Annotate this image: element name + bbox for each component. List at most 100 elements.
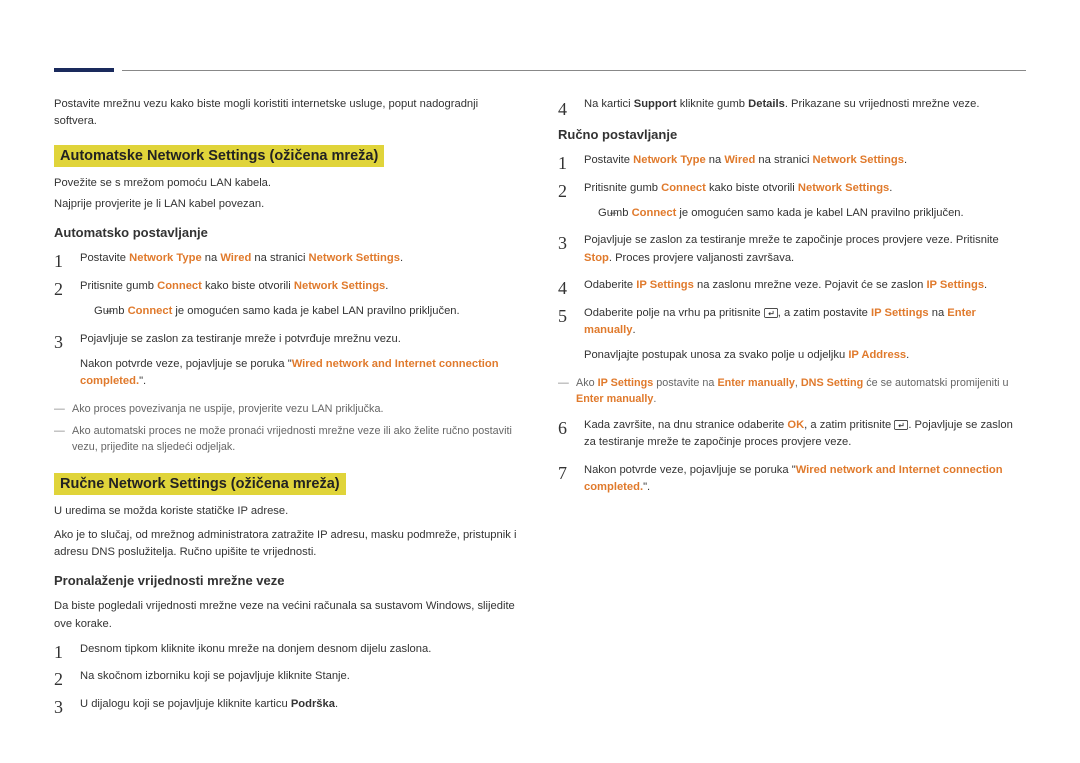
t: Details <box>748 98 785 110</box>
section1-title: Automatske Network Settings (ožičena mre… <box>54 145 384 167</box>
t: Network Settings <box>798 182 889 194</box>
fv-step-3: U dijalogu koji se pojavljuje kliknite k… <box>54 696 522 713</box>
t: Connect <box>661 182 706 194</box>
m-step-1: Postavite Network Type na Wired na stran… <box>558 152 1026 169</box>
sub: Gumb Connect je omogućen samo kada je ka… <box>80 303 522 320</box>
intro-text: Postavite mrežnu vezu kako biste mogli k… <box>54 96 522 131</box>
t: Kada završite, na dnu stranice odaberite <box>584 419 787 431</box>
enter-icon <box>894 419 908 431</box>
manual-steps: Postavite Network Type na Wired na stran… <box>558 152 1026 496</box>
t: je omogućen samo kada je kabel LAN pravi… <box>676 207 963 219</box>
header-accent <box>54 68 114 72</box>
t: , a zatim postavite <box>778 307 871 319</box>
t: U dijalogu koji se pojavljuje kliknite k… <box>80 698 291 710</box>
note-1: Ako proces povezivanja ne uspije, provje… <box>54 401 522 417</box>
t: Pojavljuje se zaslon za testiranje mreže… <box>584 234 999 246</box>
t: . <box>653 393 656 405</box>
t: Connect <box>632 207 677 219</box>
t: DNS Setting <box>801 377 863 389</box>
t: Network Settings <box>813 154 904 166</box>
t: Wired <box>220 252 251 264</box>
t: IP Settings <box>926 279 984 291</box>
t: . <box>904 154 907 166</box>
t: Pritisnite gumb <box>80 280 157 292</box>
t: . <box>385 280 388 292</box>
sec2-p1: U uredima se možda koriste statičke IP a… <box>54 503 522 520</box>
t: Wired <box>724 154 755 166</box>
t: IP Settings <box>871 307 929 319</box>
enter-icon <box>764 307 778 319</box>
t: Postavite <box>584 154 633 166</box>
t: IP Settings <box>598 377 654 389</box>
t: na stranici <box>755 154 812 166</box>
t: Pritisnite gumb <box>584 182 661 194</box>
section2-title: Ručne Network Settings (ožičena mreža) <box>54 473 346 495</box>
fv-step-1: Desnom tipkom kliknite ikonu mreže na do… <box>54 641 522 658</box>
t: na <box>929 307 948 319</box>
header-rule <box>122 70 1026 71</box>
t: . <box>889 182 892 194</box>
t: Enter manually <box>717 377 794 389</box>
section1-sub1: Povežite se s mrežom pomoću LAN kabela. <box>54 175 522 192</box>
page-content: Postavite mrežnu vezu kako biste mogli k… <box>0 0 1080 763</box>
step-2: Pritisnite gumb Connect kako biste otvor… <box>54 278 522 321</box>
t: Postavite <box>80 252 129 264</box>
t: Gumb <box>598 207 632 219</box>
t: , a zatim pritisnite <box>804 419 894 431</box>
m-step-3: Pojavljuje se zaslon za testiranje mreže… <box>558 232 1026 267</box>
section1-sub2: Najprije provjerite je li LAN kabel pove… <box>54 196 522 213</box>
note: Ako IP Settings postavite na Enter manua… <box>558 375 1026 407</box>
t: Odaberite <box>584 279 636 291</box>
fv-step-2: Na skočnom izborniku koji se pojavljuje … <box>54 668 522 685</box>
t: postavite na <box>653 377 717 389</box>
find-values-heading: Pronalaženje vrijednosti mrežne veze <box>54 573 522 588</box>
t: . <box>906 349 909 361</box>
t: ". <box>643 481 650 493</box>
t: na zaslonu mrežne veze. Pojavit će se za… <box>694 279 927 291</box>
t: je omogućen samo kada je kabel LAN pravi… <box>172 305 459 317</box>
sec2-p2: Ako je to slučaj, od mrežnog administrat… <box>54 527 522 562</box>
step-3: Pojavljuje se zaslon za testiranje mreže… <box>54 331 522 391</box>
t: Stop <box>584 252 609 264</box>
t: . Proces provjere valjanosti završava. <box>609 252 794 264</box>
m-step-6: Kada završite, na dnu stranice odaberite… <box>558 417 1026 452</box>
step-1: Postavite Network Type na Wired na stran… <box>54 250 522 267</box>
t: . <box>633 324 636 336</box>
m-step-4: Odaberite IP Settings na zaslonu mrežne … <box>558 277 1026 294</box>
t: na <box>706 154 725 166</box>
t: Podrška <box>291 698 335 710</box>
t: . Prikazane su vrijednosti mrežne veze. <box>785 98 980 110</box>
t: Network Settings <box>309 252 400 264</box>
t: IP Settings <box>636 279 694 291</box>
t: Network Settings <box>294 280 385 292</box>
t: . <box>335 698 338 710</box>
t: Network Type <box>633 154 706 166</box>
t: IP Address <box>848 349 906 361</box>
auto-steps: Postavite Network Type na Wired na stran… <box>54 250 522 390</box>
t: Nakon potvrde veze, pojavljuje se poruka… <box>584 464 796 476</box>
t: OK <box>787 419 804 431</box>
t: kliknite gumb <box>677 98 749 110</box>
note-2: Ako automatski proces ne može pronaći vr… <box>54 423 522 455</box>
post: Nakon potvrde veze, pojavljuje se poruka… <box>80 356 522 391</box>
t: Na kartici <box>584 98 634 110</box>
t: Enter manually <box>576 393 653 405</box>
t: . <box>400 252 403 264</box>
t: Odaberite polje na vrhu pa pritisnite <box>584 307 764 319</box>
t: Connect <box>157 280 202 292</box>
t: na stranici <box>251 252 308 264</box>
t: Network Type <box>129 252 202 264</box>
auto-setup-heading: Automatsko postavljanje <box>54 225 522 240</box>
t: Support <box>634 98 677 110</box>
manual-setup-heading: Ručno postavljanje <box>558 127 1026 142</box>
m-step-5: Odaberite polje na vrhu pa pritisnite , … <box>558 305 1026 407</box>
sub: Gumb Connect je omogućen samo kada je ka… <box>584 205 1026 222</box>
m-step-2: Pritisnite gumb Connect kako biste otvor… <box>558 180 1026 223</box>
m-step-7: Nakon potvrde veze, pojavljuje se poruka… <box>558 462 1026 497</box>
fv-step-4: Na kartici Support kliknite gumb Details… <box>558 96 1026 113</box>
t: . <box>984 279 987 291</box>
t: kako biste otvorili <box>202 280 294 292</box>
t: Ako <box>576 377 598 389</box>
t: kako biste otvorili <box>706 182 798 194</box>
t: Pojavljuje se zaslon za testiranje mreže… <box>80 333 401 345</box>
